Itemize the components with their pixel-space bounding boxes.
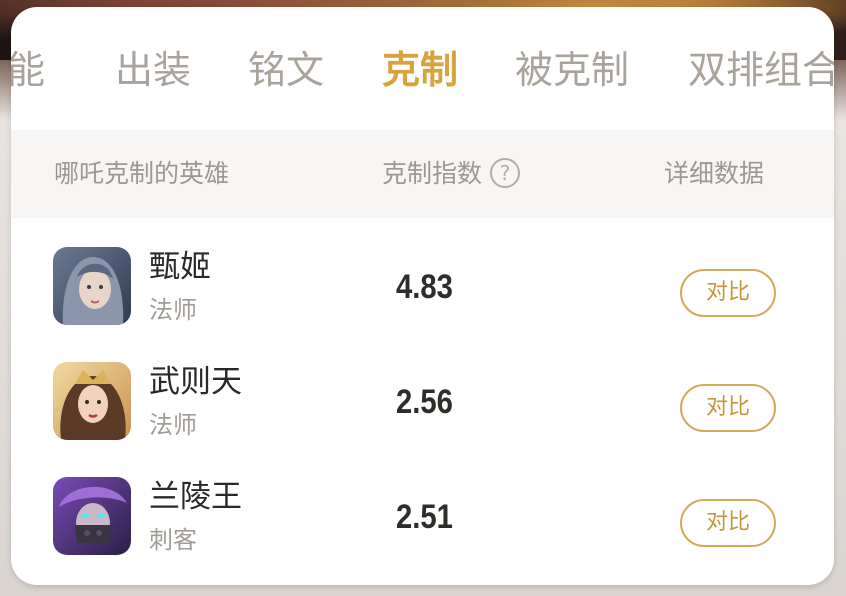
header-hero: 哪吒克制的英雄 bbox=[54, 159, 230, 188]
table-header: 哪吒克制的英雄 克制指数? 详细数据 bbox=[11, 130, 834, 218]
table-row[interactable]: 武则天 法师 2.56 对比 bbox=[11, 334, 834, 449]
tab-counters[interactable]: 克制 bbox=[382, 45, 458, 95]
counter-score: 2.56 bbox=[396, 383, 453, 421]
hero-role: 法师 bbox=[149, 411, 197, 439]
counter-score: 2.51 bbox=[396, 498, 453, 536]
header-detail: 详细数据 bbox=[664, 159, 765, 188]
tab-build[interactable]: 出装 bbox=[115, 45, 191, 95]
header-counter-index-label: 克制指数 bbox=[382, 159, 483, 188]
counter-panel: 能 出装 铭文 克制 被克制 双排组合 哪吒克制的英雄 克制指数? 详细数据 甄… bbox=[11, 7, 834, 585]
table-row[interactable]: 甄姬 法师 4.83 对比 bbox=[11, 219, 834, 334]
table-row[interactable]: 兰陵王 刺客 2.51 对比 bbox=[11, 449, 834, 564]
hero-name: 兰陵王 bbox=[149, 479, 242, 515]
hero-role: 法师 bbox=[149, 296, 197, 324]
tab-runes[interactable]: 铭文 bbox=[248, 45, 324, 95]
compare-button[interactable]: 对比 bbox=[680, 384, 776, 432]
tab-countered-by[interactable]: 被克制 bbox=[515, 45, 629, 95]
tab-bar: 能 出装 铭文 克制 被克制 双排组合 bbox=[11, 7, 834, 130]
hero-avatar-zhenji[interactable] bbox=[53, 247, 131, 325]
tab-duo-combo[interactable]: 双排组合 bbox=[688, 45, 834, 95]
header-counter-index: 克制指数? bbox=[382, 157, 521, 191]
hero-role: 刺客 bbox=[149, 526, 197, 554]
hero-name: 武则天 bbox=[149, 364, 242, 400]
hero-name: 甄姬 bbox=[149, 249, 211, 285]
help-icon[interactable]: ? bbox=[490, 158, 521, 188]
compare-button[interactable]: 对比 bbox=[680, 499, 776, 547]
tab-skills[interactable]: 能 bbox=[11, 45, 45, 95]
hero-avatar-lanlingwang[interactable] bbox=[53, 477, 131, 555]
counter-score: 4.83 bbox=[396, 268, 453, 306]
hero-avatar-wuzetian[interactable] bbox=[53, 362, 131, 440]
compare-button[interactable]: 对比 bbox=[680, 269, 776, 317]
